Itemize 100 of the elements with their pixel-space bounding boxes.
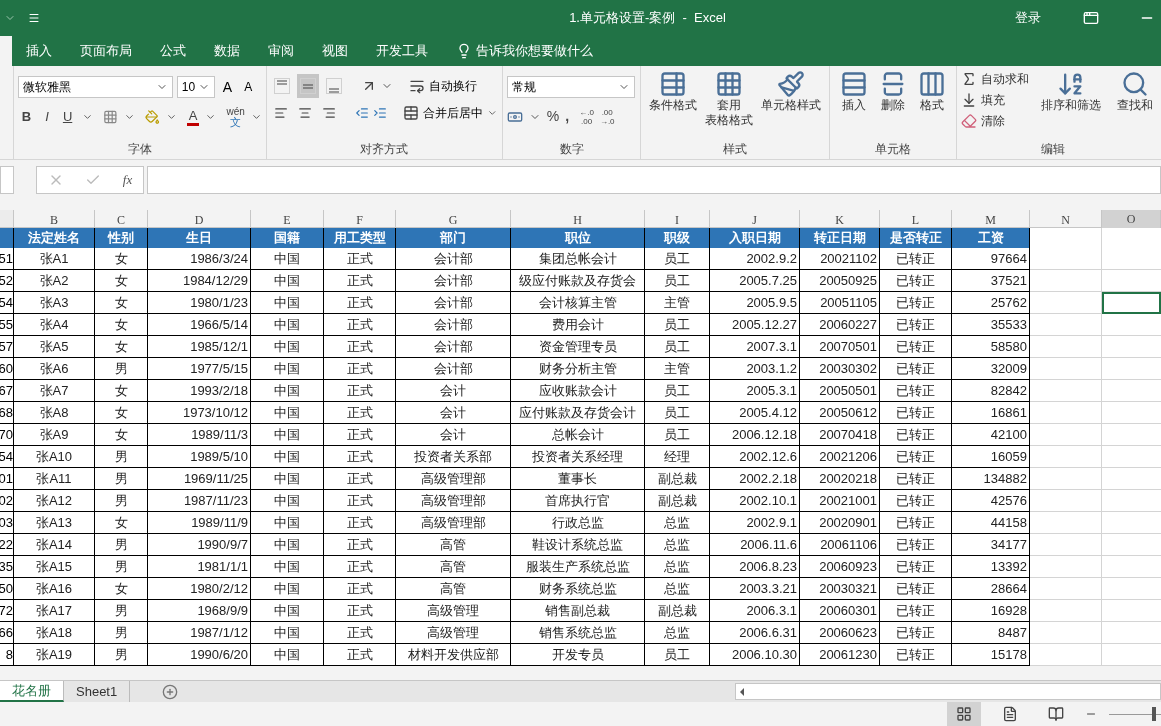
table-cell: 中国: [251, 292, 324, 314]
table-cell: 1984/12/29: [148, 270, 251, 292]
table-cell: 高管: [396, 534, 511, 556]
ribbon-button[interactable]: 删除: [875, 66, 912, 113]
font-size-dropdown[interactable]: 10: [176, 76, 215, 98]
ribbon-button[interactable]: 单元格样式: [757, 66, 826, 128]
sign-in-link[interactable]: 登录: [1015, 8, 1041, 28]
ribbon-tab[interactable]: 公式: [160, 41, 186, 61]
ribbon-tab[interactable]: 视图: [322, 41, 348, 61]
zoom-slider[interactable]: [1109, 707, 1161, 721]
underline-button[interactable]: U: [58, 107, 77, 127]
ribbon-tab[interactable]: 页面布局: [80, 41, 132, 61]
table-cell: 20060623: [800, 622, 880, 644]
ribbon-button[interactable]: 排序和筛选: [1037, 66, 1105, 139]
insert-function-button[interactable]: fx: [122, 170, 133, 190]
horizontal-scrollbar[interactable]: [735, 683, 1161, 700]
column-header[interactable]: [0, 210, 14, 227]
number-format-dropdown[interactable]: 常规: [506, 76, 635, 98]
ribbon-tab[interactable]: 开发工具: [376, 41, 428, 61]
zoom-slider-thumb[interactable]: [1152, 707, 1157, 721]
table-cell: 会计部: [396, 336, 511, 358]
font-color-button[interactable]: A: [186, 108, 200, 126]
table-cell: 2003.3.21: [710, 578, 800, 600]
fill-color-icon[interactable]: [145, 109, 160, 125]
ribbon-button[interactable]: 条件格式: [645, 66, 702, 128]
table-cell: 2005.12.27: [710, 314, 800, 336]
decrease-indent-icon[interactable]: [355, 105, 370, 121]
customize-toolbar-icon[interactable]: [28, 12, 40, 24]
table-cell: 97664: [952, 248, 1030, 270]
sheet-tab[interactable]: 花名册: [0, 681, 64, 702]
table-cell: 销售副总裁: [511, 600, 645, 622]
table-cell: 员工: [645, 248, 710, 270]
name-box[interactable]: [0, 166, 14, 194]
vertical-align-button[interactable]: [296, 74, 319, 98]
formula-input[interactable]: [147, 166, 1161, 194]
table-cell: 已转正: [880, 292, 952, 314]
ribbon-menu-button[interactable]: 填充: [961, 91, 1029, 109]
decrease-font-button[interactable]: A: [240, 78, 257, 96]
ribbon-button[interactable]: 插入: [835, 66, 872, 113]
table-cell: 高管: [396, 578, 511, 600]
ribbon-tab[interactable]: 审阅: [268, 41, 294, 61]
decrease-decimal-button[interactable]: .00 →.0: [599, 107, 615, 126]
table-cell: 22: [0, 534, 14, 556]
wrap-text-button[interactable]: 自动换行: [408, 77, 477, 95]
header-cell: 用工类型: [324, 228, 396, 249]
align-center-icon[interactable]: [297, 105, 313, 121]
align-right-icon[interactable]: [322, 105, 337, 121]
borders-icon[interactable]: [103, 109, 118, 125]
percent-button[interactable]: %: [546, 106, 560, 127]
align-left-icon[interactable]: [273, 105, 288, 121]
table-cell: 正式: [324, 292, 396, 314]
active-tab-edge[interactable]: [0, 36, 12, 66]
table-cell: 2006.10.30: [710, 644, 800, 666]
ribbon-menu-button[interactable]: 自动求和: [961, 70, 1029, 88]
table-cell: 资金管理专员: [511, 336, 645, 358]
table-cell: 会计: [396, 380, 511, 402]
bold-button[interactable]: B: [17, 107, 36, 127]
table-cell: 员工: [645, 270, 710, 292]
table-cell: 张A5: [14, 336, 95, 358]
add-sheet-icon[interactable]: [162, 683, 179, 700]
table-cell: 已转正: [880, 622, 952, 644]
ribbon-button[interactable]: 格式: [914, 66, 951, 113]
column-header[interactable]: O: [1102, 210, 1161, 230]
merge-center-button[interactable]: 合并后居中: [403, 104, 484, 122]
table-cell: 8: [0, 644, 14, 666]
table-cell: 张A14: [14, 534, 95, 556]
search-icon: [1121, 70, 1149, 98]
table-cell: 已转正: [880, 424, 952, 446]
header-cell: 职级: [645, 228, 710, 249]
table-cell: 16861: [952, 402, 1030, 424]
table-cell: 会计: [396, 402, 511, 424]
font-name-dropdown[interactable]: 微软雅黑: [17, 76, 173, 98]
table-cell: 中国: [251, 490, 324, 512]
ribbon-tab[interactable]: 插入: [26, 41, 52, 61]
ribbon-button[interactable]: 查找和: [1113, 66, 1157, 139]
table-cell: 员工: [645, 314, 710, 336]
italic-button[interactable]: I: [41, 107, 53, 127]
page-break-icon: [1048, 706, 1064, 722]
increase-font-button[interactable]: A: [218, 76, 237, 98]
table-cell: 57: [0, 336, 14, 358]
table-cell: 正式: [324, 490, 396, 512]
table-cell: 2003.1.2: [710, 358, 800, 380]
ribbon-tab[interactable]: 数据: [214, 41, 240, 61]
table-cell: 已转正: [880, 358, 952, 380]
paintbrush-icon: [777, 70, 806, 98]
ribbon-display-icon[interactable]: [1083, 10, 1099, 26]
increase-indent-icon[interactable]: [373, 105, 388, 121]
view-button[interactable]: [947, 702, 981, 726]
increase-decimal-button[interactable]: ←.0 .00: [579, 107, 594, 126]
ribbon-menu-button[interactable]: 清除: [961, 112, 1029, 130]
table-cell: 高级管理部: [396, 468, 511, 490]
table-cell: 首席执行官: [511, 490, 645, 512]
ribbon-button[interactable]: 套用 表格格式: [701, 66, 758, 128]
comma-button[interactable]: ,: [565, 106, 570, 127]
table-cell: 已转正: [880, 314, 952, 336]
tell-me-search[interactable]: 告诉我你想要做什么: [456, 41, 593, 61]
table-cell: 55: [0, 314, 14, 336]
phonetic-button[interactable]: wén 文: [226, 106, 245, 128]
selected-cell[interactable]: [1102, 292, 1161, 314]
table-cell: 82842: [952, 380, 1030, 402]
